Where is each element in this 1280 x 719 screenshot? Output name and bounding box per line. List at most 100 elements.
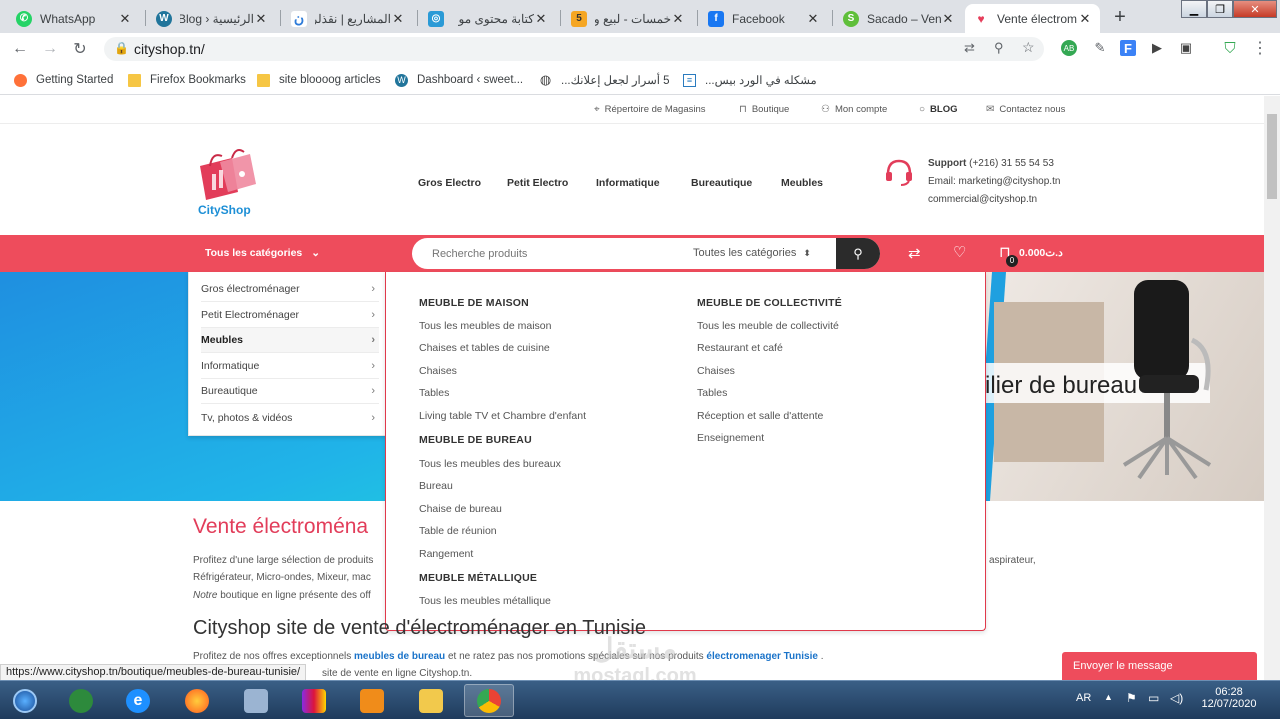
- url-text[interactable]: cityshop.tn/: [134, 41, 205, 57]
- mega-link[interactable]: Rangement: [419, 548, 473, 560]
- cart-total[interactable]: 0.000د.ت: [1019, 247, 1063, 259]
- winrar-icon[interactable]: [289, 684, 339, 717]
- minimize-button[interactable]: ▁: [1181, 0, 1207, 18]
- mega-link[interactable]: Tous les meuble de collectivité: [697, 320, 839, 332]
- bookmark-arabic-wordpress[interactable]: ≡ مشكله في الورد بيس...: [683, 71, 817, 89]
- mega-link[interactable]: Réception et salle d'attente: [697, 410, 823, 422]
- category-informatique[interactable]: Informatique ›: [201, 354, 379, 379]
- nav-informatique[interactable]: Informatique: [596, 177, 660, 189]
- mega-link[interactable]: Table de réunion: [419, 525, 497, 537]
- search-input[interactable]: [432, 244, 672, 263]
- maximize-button[interactable]: ❐: [1207, 0, 1233, 18]
- mega-link[interactable]: Chaise de bureau: [419, 503, 502, 515]
- cityshop-logo[interactable]: CityShop: [192, 144, 262, 222]
- toplink-account[interactable]: ⚇ Mon compte: [821, 104, 887, 115]
- mega-link[interactable]: Bureau: [419, 480, 453, 492]
- mega-link[interactable]: Tous les meubles métallique: [419, 595, 551, 607]
- scrollbar-thumb[interactable]: [1267, 114, 1277, 199]
- tab-sacado[interactable]: S Sacado – Vendr ✕: [835, 4, 963, 33]
- tab-facebook[interactable]: f Facebook ✕: [700, 4, 828, 33]
- mega-heading-meuble-maison[interactable]: MEUBLE DE MAISON: [419, 297, 529, 309]
- window-close-button[interactable]: ✕: [1233, 0, 1277, 18]
- mega-link[interactable]: Tables: [697, 387, 727, 399]
- extension-pen-icon[interactable]: ✎: [1092, 40, 1108, 56]
- toplink-boutique[interactable]: ⊓ Boutique: [739, 104, 789, 115]
- star-icon[interactable]: ☆: [1022, 39, 1035, 56]
- nav-meubles[interactable]: Meubles: [781, 177, 823, 189]
- language-indicator[interactable]: AR: [1076, 692, 1091, 704]
- nav-petit-electro[interactable]: Petit Electro: [507, 177, 568, 189]
- nav-gros-electro[interactable]: Gros Electro: [418, 177, 481, 189]
- extension-f-icon[interactable]: F: [1120, 40, 1136, 56]
- reload-icon[interactable]: ↻: [70, 39, 90, 59]
- file-explorer-icon[interactable]: [406, 684, 456, 717]
- nav-bureautique[interactable]: Bureautique: [691, 177, 752, 189]
- tab-khamsat[interactable]: 5 خمسات - لبيع و ✕: [563, 4, 693, 33]
- clock[interactable]: 06:28 12/07/2020: [1200, 686, 1258, 710]
- link-meubles-bureau[interactable]: meubles de bureau: [354, 651, 445, 662]
- media-player-icon[interactable]: [347, 684, 397, 717]
- translate-icon[interactable]: ⇄: [964, 40, 975, 56]
- close-icon[interactable]: ✕: [391, 11, 405, 27]
- close-icon[interactable]: ✕: [118, 11, 132, 27]
- mega-link[interactable]: Chaises et tables de cuisine: [419, 342, 550, 354]
- mega-link[interactable]: Living table TV et Chambre d'enfant: [419, 410, 586, 422]
- forward-arrow-icon[interactable]: →: [40, 39, 60, 59]
- mega-link[interactable]: Restaurant et café: [697, 342, 783, 354]
- toplink-store-directory[interactable]: ⌖ Répertoire de Magasins: [594, 104, 706, 115]
- category-bureautique[interactable]: Bureautique ›: [201, 379, 379, 404]
- bookmark-firefox-bookmarks[interactable]: Firefox Bookmarks: [128, 71, 246, 89]
- tab-blog[interactable]: W الرئيسية ‹ Blog ✕: [148, 4, 276, 33]
- link-electromenager-tunisie[interactable]: électromenager Tunisie: [706, 651, 818, 662]
- close-icon[interactable]: ✕: [534, 11, 548, 27]
- page-scrollbar[interactable]: [1264, 96, 1280, 680]
- mega-heading-meuble-metallique[interactable]: MEUBLE MÉTALLIQUE: [419, 572, 537, 584]
- toplink-contact[interactable]: ✉ Contactez nous: [986, 104, 1065, 115]
- windows-start-icon[interactable]: [0, 684, 50, 717]
- tab-mostaql[interactable]: ◎ كتابة محتوى مو ✕: [420, 4, 556, 33]
- extension-video-icon[interactable]: ▶: [1149, 40, 1165, 56]
- close-icon[interactable]: ✕: [671, 11, 685, 27]
- extension-camera-icon[interactable]: ▣: [1178, 40, 1194, 56]
- search-button[interactable]: ⚲: [836, 238, 880, 269]
- mega-heading-meuble-bureau[interactable]: MEUBLE DE BUREAU: [419, 434, 532, 446]
- bookmark-site-blog-articles[interactable]: site bloooog articles: [257, 71, 381, 89]
- close-icon[interactable]: ✕: [1078, 11, 1092, 27]
- toplink-blog[interactable]: ○ BLOG: [919, 104, 958, 115]
- tab-nafzly[interactable]: ن المشاريع | نقذلر ✕: [283, 4, 413, 33]
- bookmark-getting-started[interactable]: Getting Started: [14, 71, 113, 89]
- mega-link[interactable]: Chaises: [697, 365, 735, 377]
- network-icon[interactable]: ▭: [1148, 691, 1159, 705]
- bookmark-arabic-ads[interactable]: ◍ 5 أسرار لجعل إعلانك...: [539, 71, 670, 89]
- tab-cityshop[interactable]: ♥ Vente électrom ✕: [965, 4, 1100, 33]
- category-tv-photos-videos[interactable]: Tv, photos & vidéos ›: [201, 405, 379, 430]
- mega-link[interactable]: Enseignement: [697, 432, 764, 444]
- menu-dots-icon[interactable]: ⋮: [1252, 40, 1268, 57]
- send-message-chat-button[interactable]: Envoyer le message: [1062, 652, 1257, 680]
- category-meubles[interactable]: Meubles ›: [201, 328, 379, 353]
- volume-icon[interactable]: ◁): [1170, 691, 1183, 705]
- mega-link[interactable]: Tous les meubles de maison: [419, 320, 552, 332]
- media-center-icon[interactable]: [56, 684, 106, 717]
- mega-link[interactable]: Tables: [419, 387, 449, 399]
- close-icon[interactable]: ✕: [941, 11, 955, 27]
- mega-link[interactable]: Chaises: [419, 365, 457, 377]
- tab-whatsapp[interactable]: ✆ WhatsApp ✕: [8, 4, 140, 33]
- close-icon[interactable]: ✕: [806, 11, 820, 27]
- tray-arrow-icon[interactable]: ▲: [1104, 692, 1113, 702]
- mega-link[interactable]: Tous les meubles des bureaux: [419, 458, 561, 470]
- all-categories-toggle[interactable]: Tous les catégories ⌄: [205, 247, 320, 259]
- network-computer-icon[interactable]: [231, 684, 281, 717]
- category-gros-electromenager[interactable]: Gros électroménager ›: [201, 277, 379, 302]
- mega-heading-meuble-collectivite[interactable]: MEUBLE DE COLLECTIVITÉ: [697, 297, 842, 309]
- zoom-icon[interactable]: ⚲: [994, 40, 1004, 56]
- new-tab-button[interactable]: +: [1107, 4, 1133, 30]
- compare-icon[interactable]: ⇄: [908, 244, 921, 262]
- firefox-icon[interactable]: [172, 684, 222, 717]
- extension-shield-icon[interactable]: ⛉: [1222, 40, 1238, 57]
- action-center-flag-icon[interactable]: ⚑: [1126, 691, 1137, 705]
- chrome-icon[interactable]: [464, 684, 514, 717]
- internet-explorer-icon[interactable]: e: [113, 684, 163, 717]
- search-category-select[interactable]: Toutes les catégories ⬍: [693, 247, 811, 259]
- close-icon[interactable]: ✕: [254, 11, 268, 27]
